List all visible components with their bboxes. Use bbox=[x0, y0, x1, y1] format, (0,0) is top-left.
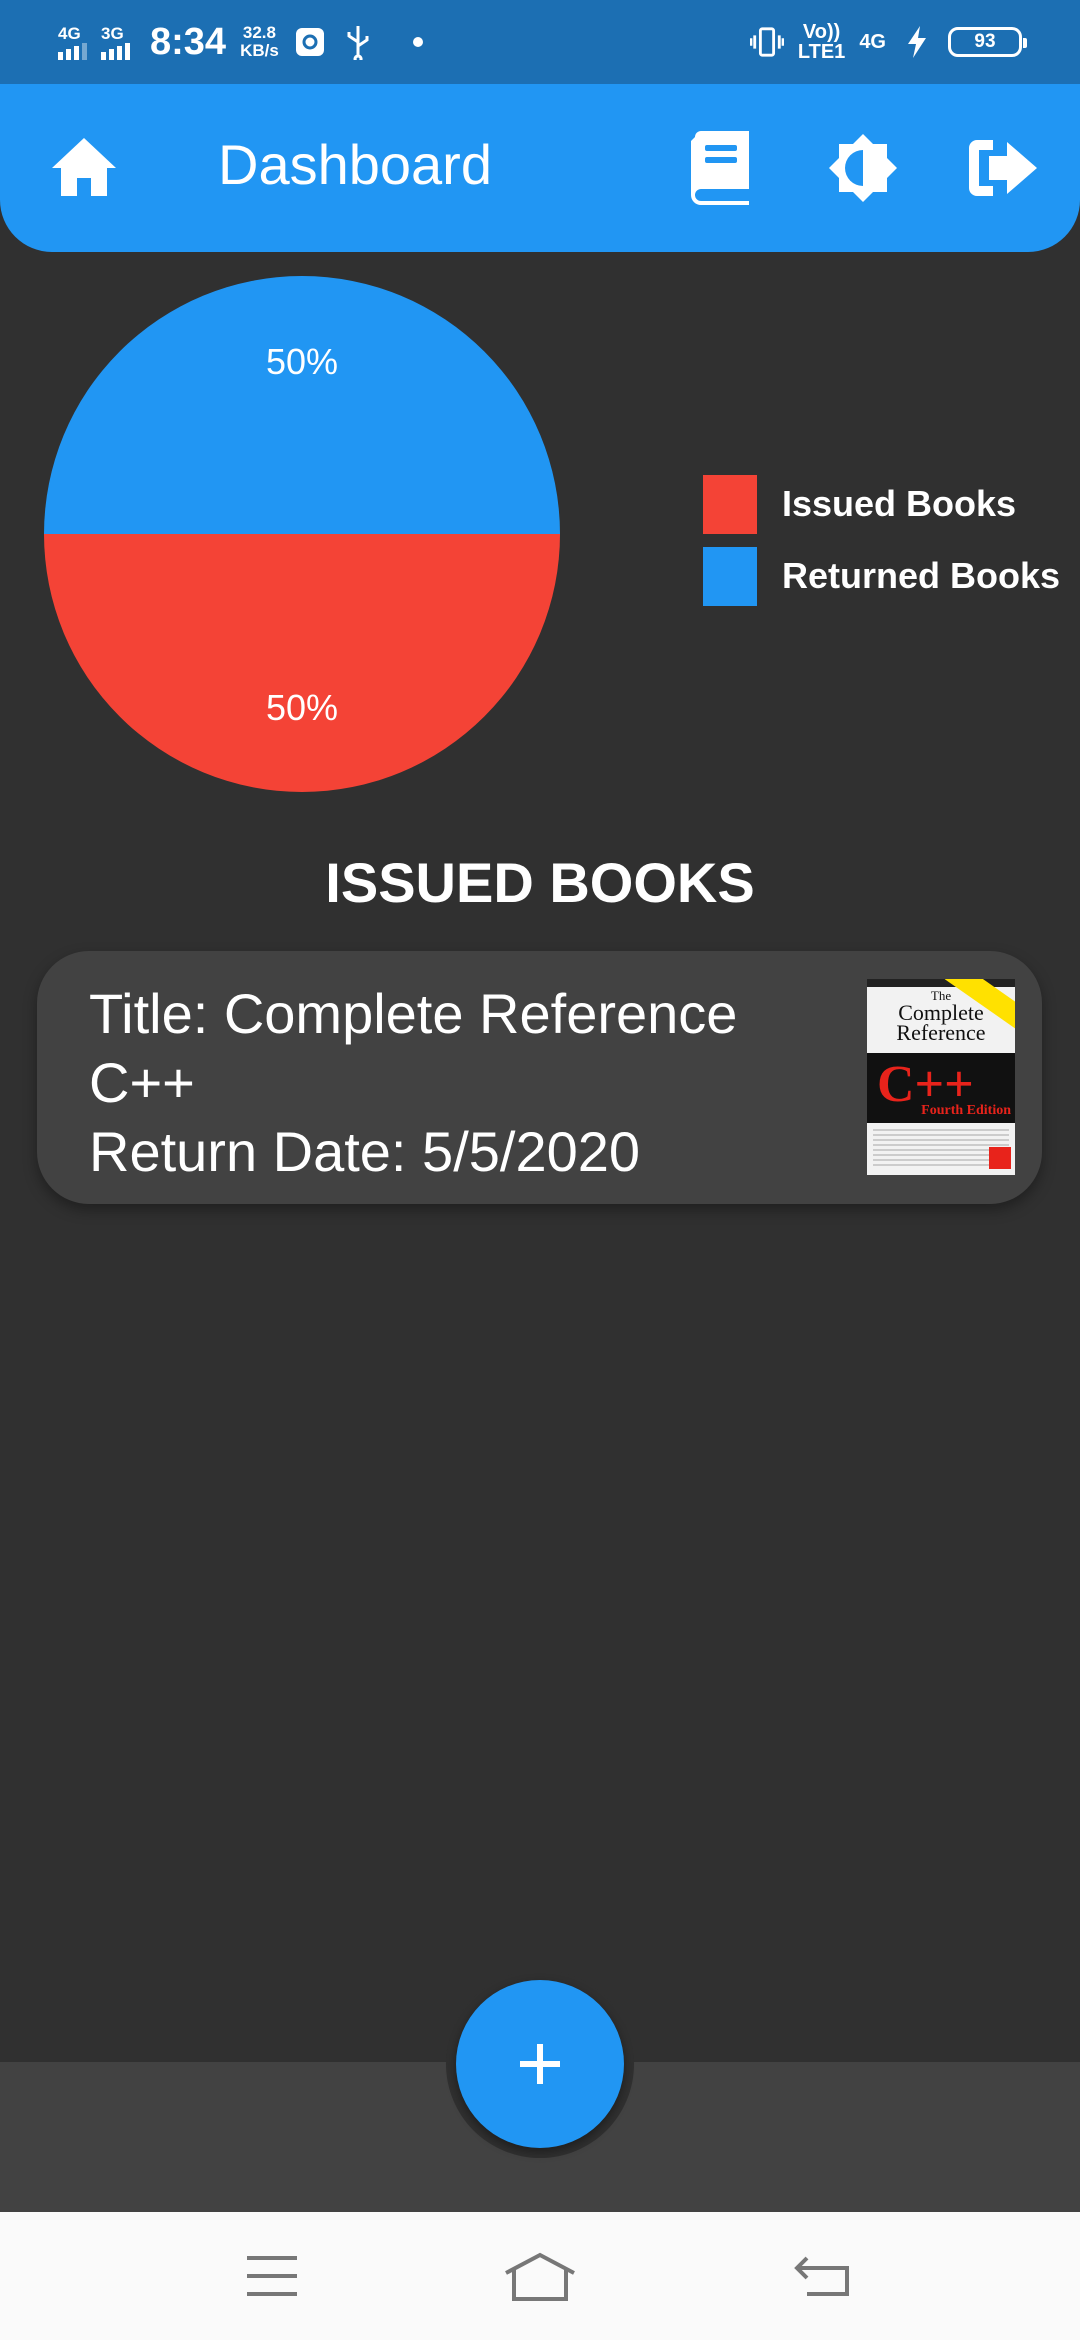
usb-icon bbox=[341, 25, 375, 60]
chart-legend: Issued Books Returned Books bbox=[703, 468, 1060, 612]
system-nav-bar bbox=[0, 2212, 1080, 2340]
book-info: Title: Complete Reference C++ Return Dat… bbox=[89, 979, 849, 1186]
network-3g-indicator: 3G bbox=[101, 25, 130, 60]
status-right: Vo)) LTE1 4G 93 bbox=[749, 0, 1027, 84]
page-title: Dashboard bbox=[218, 133, 492, 196]
cover-line-3: Reference bbox=[896, 1020, 986, 1045]
book-card[interactable]: Title: Complete Reference C++ Return Dat… bbox=[37, 951, 1042, 1204]
volte-bottom-label: LTE1 bbox=[797, 41, 846, 63]
network-speed: 32.8 KB/s bbox=[240, 24, 279, 60]
status-left: 4G 3G 8:34 32.8 KB/s bbox=[58, 0, 423, 84]
network-speed-value: 32.8 bbox=[242, 23, 276, 43]
legend-swatch bbox=[703, 546, 757, 606]
status-bar: 4G 3G 8:34 32.8 KB/s Vo)) LTE1 4G 93 bbox=[0, 0, 1080, 84]
volte-top-label: Vo)) bbox=[802, 21, 841, 43]
cover-edition: Fourth Edition bbox=[921, 1103, 1011, 1118]
signal-bars-icon bbox=[58, 42, 87, 60]
volte-indicator: Vo)) LTE1 bbox=[798, 22, 845, 62]
usb-settings-icon bbox=[293, 25, 327, 59]
app-bar: Dashboard bbox=[0, 84, 1080, 252]
network-4g-data-label: 4G bbox=[859, 31, 886, 53]
pie-slice-label: 50% bbox=[266, 341, 338, 382]
logout-icon[interactable] bbox=[963, 128, 1043, 208]
home-icon[interactable] bbox=[50, 136, 118, 198]
signal-bars-icon bbox=[101, 42, 130, 60]
pie-chart: 50% 50% bbox=[44, 276, 560, 792]
network-4g-data-indicator: 4G bbox=[859, 32, 886, 52]
section-title: ISSUED BOOKS bbox=[325, 851, 755, 914]
network-speed-unit: KB/s bbox=[240, 41, 279, 60]
back-icon[interactable] bbox=[782, 2246, 862, 2306]
menu-icon[interactable] bbox=[232, 2246, 312, 2306]
charging-icon bbox=[900, 25, 934, 59]
clock: 8:34 bbox=[150, 20, 227, 63]
plus-icon bbox=[520, 2044, 560, 2084]
battery-indicator: 93 bbox=[948, 27, 1027, 57]
brightness-icon[interactable] bbox=[823, 128, 903, 208]
pie-slice-returned-books bbox=[44, 276, 560, 534]
pie-slice-label: 50% bbox=[266, 687, 338, 728]
battery-level: 93 bbox=[974, 31, 996, 52]
legend-item: Issued Books bbox=[703, 468, 1060, 540]
home-outline-icon[interactable] bbox=[500, 2246, 580, 2306]
network-4g-label: 4G bbox=[58, 23, 81, 43]
pie-slice-issued-books bbox=[44, 534, 560, 792]
network-3g-label: 3G bbox=[101, 23, 124, 43]
vibrate-icon bbox=[749, 25, 784, 59]
book-return-date: Return Date: 5/5/2020 bbox=[89, 1120, 641, 1183]
book-cover-image: The Complete Reference C++ Fourth Editio… bbox=[867, 979, 1015, 1175]
book-title: Title: Complete Reference C++ bbox=[89, 982, 738, 1114]
book-icon[interactable] bbox=[680, 128, 760, 208]
legend-label: Issued Books bbox=[782, 483, 1017, 524]
network-4g-indicator: 4G bbox=[58, 25, 87, 60]
legend-item: Returned Books bbox=[703, 540, 1060, 612]
legend-swatch bbox=[703, 474, 757, 534]
legend-label: Returned Books bbox=[782, 555, 1061, 596]
add-button[interactable] bbox=[456, 1980, 624, 2148]
notification-dot bbox=[412, 37, 423, 47]
